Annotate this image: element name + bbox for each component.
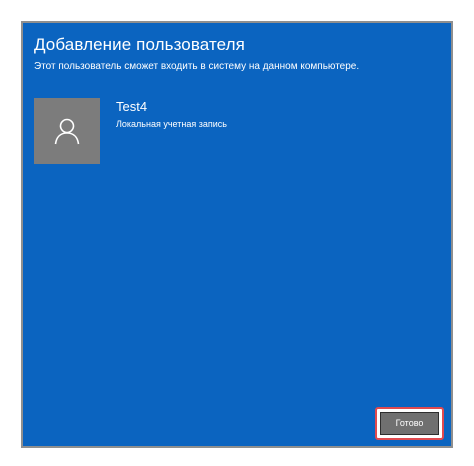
- done-button[interactable]: Готово: [380, 412, 439, 435]
- add-user-dialog: Добавление пользователя Этот пользовател…: [23, 23, 451, 446]
- dialog-subtitle: Этот пользователь сможет входить в систе…: [34, 61, 360, 72]
- account-type: Локальная учетная запись: [116, 119, 227, 129]
- user-name: Test4: [116, 99, 148, 114]
- person-icon: [54, 118, 80, 145]
- dialog-title: Добавление пользователя: [34, 35, 245, 54]
- done-button-highlight: Готово: [375, 407, 444, 440]
- avatar: [34, 98, 100, 164]
